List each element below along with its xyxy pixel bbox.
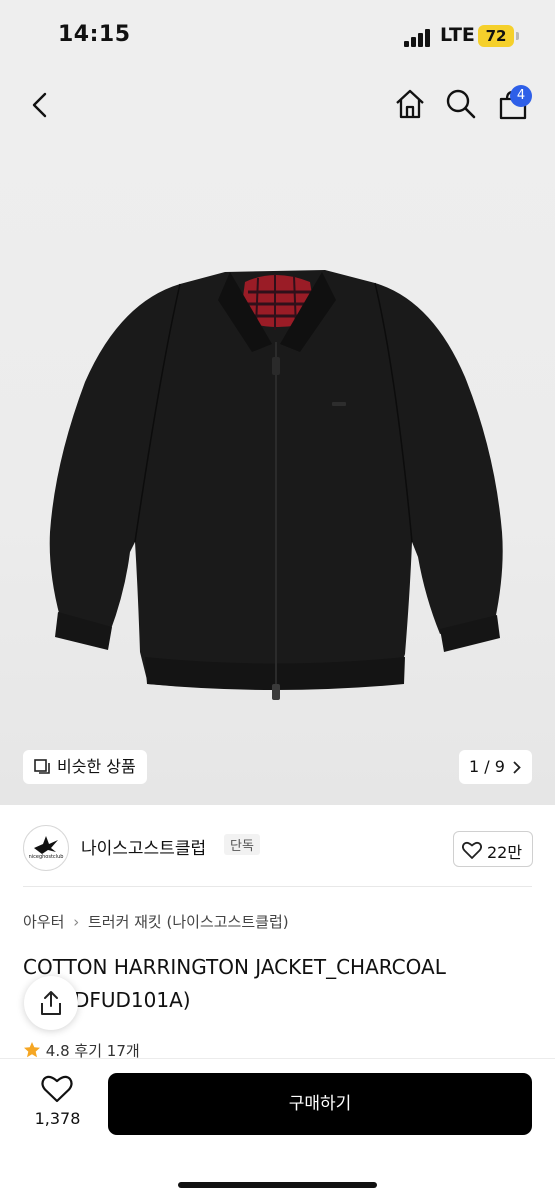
star-icon: [24, 1042, 40, 1058]
product-title: COTTON HARRINGTON JACKET_CHARCOAL (NG2DF…: [23, 951, 543, 1017]
share-icon: [41, 991, 61, 1015]
similar-products-label: 비슷한 상품: [57, 757, 136, 776]
breadcrumb: 아우터 › 트러커 재킷 (나이스고스트클럽): [23, 911, 289, 932]
home-icon[interactable]: [394, 88, 426, 120]
product-title-line1: COTTON HARRINGTON JACKET_CHARCOAL: [23, 955, 446, 979]
page-indicator: 1 / 9: [469, 757, 505, 776]
home-indicator: [178, 1182, 377, 1188]
breadcrumb-separator: ›: [73, 913, 80, 931]
brand-like-count: 22만: [487, 843, 523, 862]
battery-tip: [516, 32, 519, 40]
breadcrumb-subcategory[interactable]: 트러커 재킷 (나이스고스트클럽): [88, 913, 289, 931]
wishlist-count: 1,378: [34, 1109, 81, 1128]
brand-logo[interactable]: niceghostclub: [23, 825, 69, 871]
cart-count-badge: 4: [510, 85, 532, 107]
chevron-right-icon: [513, 761, 521, 774]
status-bar: 14:15 LTE 72: [0, 0, 555, 72]
image-pager[interactable]: 1 / 9: [459, 750, 532, 784]
battery-icon: 72: [478, 25, 514, 47]
breadcrumb-category[interactable]: 아우터: [23, 913, 64, 931]
brand-row[interactable]: niceghostclub 나이스고스트클럽 단독 22만: [0, 805, 555, 887]
product-image: [49, 270, 503, 700]
brand-name[interactable]: 나이스고스트클럽: [81, 834, 206, 859]
search-icon[interactable]: [445, 88, 477, 120]
wishlist-button[interactable]: 1,378: [30, 1073, 85, 1133]
product-image-gallery[interactable]: [0, 72, 555, 805]
brand-like-button[interactable]: 22만: [453, 831, 533, 867]
brand-star-icon: [34, 836, 58, 854]
product-title-line2: (NG2DFUD101A): [23, 988, 191, 1012]
network-label: LTE: [440, 24, 475, 46]
bottom-action-bar: 1,378 구매하기: [0, 1058, 555, 1201]
status-time: 14:15: [58, 22, 131, 47]
buy-button[interactable]: 구매하기: [108, 1073, 532, 1135]
copy-icon: [34, 759, 50, 774]
back-icon[interactable]: [28, 90, 52, 120]
brand-logo-text: niceghostclub: [28, 854, 64, 860]
heart-icon: [41, 1075, 73, 1103]
similar-products-button[interactable]: 비슷한 상품: [23, 750, 147, 784]
exclusive-tag: 단독: [224, 834, 260, 855]
divider: [23, 886, 532, 887]
heart-icon: [462, 841, 482, 859]
signal-icon: [404, 27, 432, 47]
share-button[interactable]: [24, 976, 78, 1030]
